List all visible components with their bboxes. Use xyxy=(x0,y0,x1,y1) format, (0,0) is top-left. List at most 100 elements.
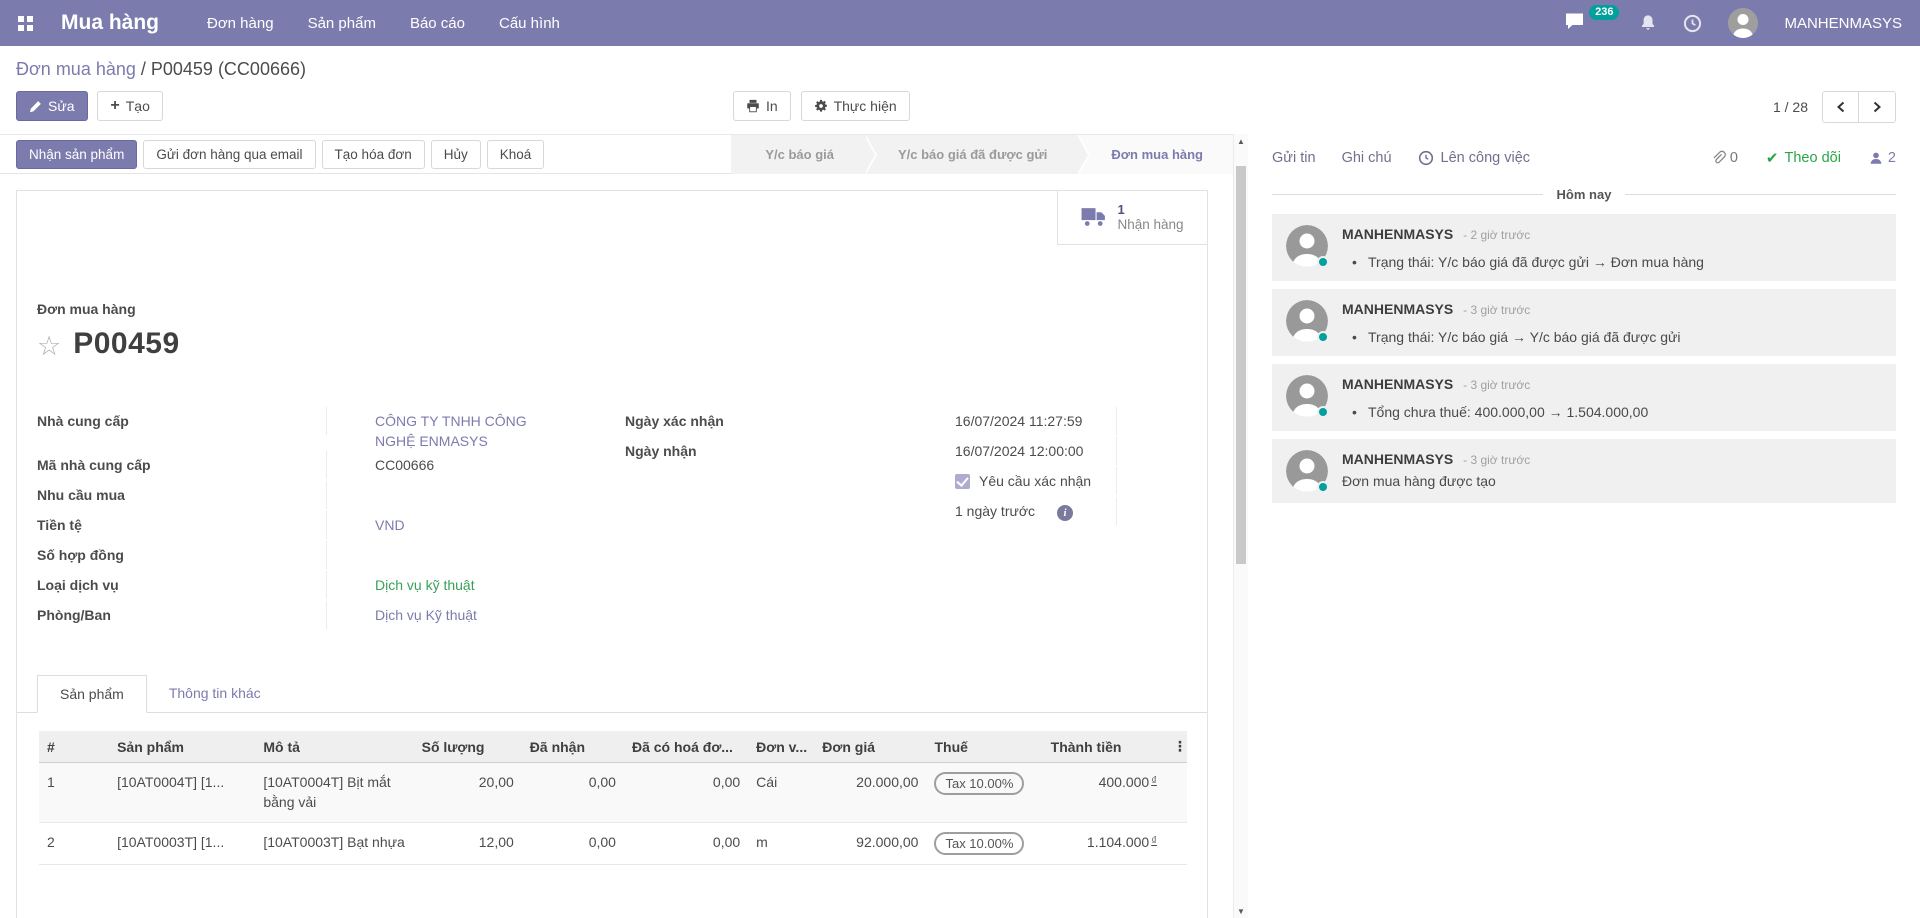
schedule-activity-button[interactable]: Lên công việc xyxy=(1418,150,1530,166)
cell-received[interactable]: 0,00 xyxy=(522,822,624,864)
col-product[interactable]: Sản phẩm xyxy=(109,731,255,763)
receive-products-button[interactable]: Nhận sản phẩm xyxy=(16,140,137,169)
col-quantity[interactable]: Số lượng xyxy=(414,731,522,763)
online-status-dot xyxy=(1317,256,1329,268)
printer-icon xyxy=(746,99,760,113)
pager-prev-button[interactable] xyxy=(1823,92,1859,122)
status-step-purchase-order[interactable]: Đơn mua hàng xyxy=(1077,135,1233,174)
cell-unit-price[interactable]: 20.000,00 xyxy=(814,763,926,823)
cell-received[interactable]: 0,00 xyxy=(522,763,624,823)
activities-clock-icon[interactable] xyxy=(1683,14,1702,33)
cell-billed[interactable]: 0,00 xyxy=(624,822,748,864)
followers-person-icon xyxy=(1869,151,1883,165)
field-label-receipt-date: Ngày nhận xyxy=(625,437,955,465)
cell-quantity[interactable]: 12,00 xyxy=(414,822,522,864)
pager-value: 1 / 28 xyxy=(1773,99,1808,115)
create-button[interactable]: + Tạo xyxy=(97,91,162,121)
col-billed[interactable]: Đã có hoá đơ... xyxy=(624,731,748,763)
col-uom[interactable]: Đơn v... xyxy=(748,731,814,763)
edit-button[interactable]: Sửa xyxy=(16,91,88,121)
stat-label: Nhận hàng xyxy=(1117,217,1183,233)
message-body: Tổng chưa thuế: 400.000,00 → 1.504.000,0… xyxy=(1342,404,1882,420)
notifications-bell-icon[interactable] xyxy=(1639,14,1657,32)
attachments-button[interactable]: 0 xyxy=(1710,150,1738,166)
message-avatar[interactable] xyxy=(1286,225,1328,267)
scroll-down-icon[interactable]: ▼ xyxy=(1234,904,1248,918)
col-index[interactable]: # xyxy=(39,731,83,763)
lock-button[interactable]: Khoá xyxy=(487,140,545,169)
tab-products[interactable]: Sản phẩm xyxy=(37,675,147,713)
message-author[interactable]: MANHENMASYS xyxy=(1342,226,1453,242)
column-options-icon[interactable]: ⋮ xyxy=(1165,731,1187,763)
cell-quantity[interactable]: 20,00 xyxy=(414,763,522,823)
app-title[interactable]: Mua hàng xyxy=(61,11,159,35)
field-value-vendor-code: CC00666 xyxy=(327,451,599,479)
menu-item-orders[interactable]: Đơn hàng xyxy=(207,15,274,32)
table-row[interactable]: 1 [10AT0004T] [1... [10AT0004T] Bịt mắt … xyxy=(39,763,1187,823)
cell-description[interactable]: [10AT0003T] Bạt nhựa xyxy=(255,822,413,864)
col-unit-price[interactable]: Đơn giá xyxy=(814,731,926,763)
receipts-stat-button[interactable]: 1 Nhận hàng xyxy=(1057,191,1207,245)
field-value-department[interactable]: Dịch vụ Kỹ thuật xyxy=(327,601,599,629)
scrollbar-thumb[interactable] xyxy=(1236,166,1246,564)
message-avatar[interactable] xyxy=(1286,300,1328,342)
send-by-email-button[interactable]: Gửi đơn hàng qua email xyxy=(143,140,315,169)
message-avatar[interactable] xyxy=(1286,375,1328,417)
col-description[interactable]: Mô tả xyxy=(255,731,413,763)
action-button[interactable]: Thực hiện xyxy=(801,91,910,121)
tax-tag[interactable]: Tax 10.00% xyxy=(934,772,1024,795)
username[interactable]: MANHENMASYS xyxy=(1784,15,1902,32)
message-author[interactable]: MANHENMASYS xyxy=(1342,451,1453,467)
cell-billed[interactable]: 0,00 xyxy=(624,763,748,823)
table-row[interactable]: 2 [10AT0003T] [1... [10AT0003T] Bạt nhựa… xyxy=(39,822,1187,864)
message-author[interactable]: MANHENMASYS xyxy=(1342,301,1453,317)
create-bill-button[interactable]: Tạo hóa đơn xyxy=(322,140,425,169)
message-body: Trạng thái: Y/c báo giá đã được gửi → Đơ… xyxy=(1342,254,1882,270)
messages-icon[interactable]: 236 xyxy=(1564,12,1613,34)
cell-uom[interactable]: m xyxy=(748,822,814,864)
col-subtotal[interactable]: Thành tiền xyxy=(1043,731,1165,763)
cancel-button[interactable]: Hủy xyxy=(431,140,481,169)
vertical-scrollbar[interactable]: ▲ ▼ xyxy=(1233,134,1248,918)
col-handle xyxy=(83,731,109,763)
user-avatar[interactable] xyxy=(1728,8,1758,38)
tab-other-info[interactable]: Thông tin khác xyxy=(147,675,283,712)
cell-uom[interactable]: Cái xyxy=(748,763,814,823)
pager-next-button[interactable] xyxy=(1859,92,1895,122)
col-received[interactable]: Đã nhận xyxy=(522,731,624,763)
field-value-vendor[interactable]: CÔNG TY TNHH CÔNG NGHỆ ENMASYS xyxy=(375,407,535,451)
message-avatar[interactable] xyxy=(1286,450,1328,492)
field-value-currency[interactable]: VND xyxy=(327,511,599,539)
col-taxes[interactable]: Thuế xyxy=(926,731,1042,763)
menu-item-reports[interactable]: Báo cáo xyxy=(410,15,465,32)
apps-menu-icon[interactable] xyxy=(18,16,33,31)
scroll-up-icon[interactable]: ▲ xyxy=(1234,134,1248,148)
message-author[interactable]: MANHENMASYS xyxy=(1342,376,1453,392)
followers-button[interactable]: 2 xyxy=(1869,150,1896,166)
log-note-button[interactable]: Ghi chú xyxy=(1342,150,1392,166)
pencil-icon xyxy=(29,100,42,113)
favorite-star-icon[interactable]: ☆ xyxy=(37,331,61,361)
speech-bubble-icon xyxy=(1564,12,1585,31)
field-label-vendor-code: Mã nhà cung cấp xyxy=(37,451,327,479)
cell-unit-price[interactable]: 92.000,00 xyxy=(814,822,926,864)
menu-item-products[interactable]: Sản phẩm xyxy=(308,15,376,32)
follow-button[interactable]: ✔ Theo dõi xyxy=(1766,149,1841,167)
status-step-rfq-sent[interactable]: Y/c báo giá đã được gửi xyxy=(864,135,1077,174)
cell-product[interactable]: [10AT0003T] [1... xyxy=(109,822,255,864)
reminder-value[interactable]: 1 ngày trước xyxy=(955,503,1035,519)
cell-index: 1 xyxy=(39,763,83,823)
send-message-button[interactable]: Gửi tin xyxy=(1272,150,1316,166)
status-step-rfq[interactable]: Y/c báo giá xyxy=(731,135,864,174)
message-time: - 3 giờ trước xyxy=(1463,378,1530,392)
confirm-reminder-checkbox[interactable] xyxy=(955,474,970,489)
online-status-dot xyxy=(1317,331,1329,343)
field-value-service-type[interactable]: Dịch vụ kỹ thuật xyxy=(327,571,599,599)
cell-description[interactable]: [10AT0004T] Bịt mắt bằng vải xyxy=(255,763,413,823)
form-pane: Nhận sản phẩm Gửi đơn hàng qua email Tạo… xyxy=(0,134,1248,918)
cell-product[interactable]: [10AT0004T] [1... xyxy=(109,763,255,823)
print-button[interactable]: In xyxy=(733,91,791,121)
breadcrumb-link[interactable]: Đơn mua hàng xyxy=(16,59,136,79)
menu-item-config[interactable]: Cấu hình xyxy=(499,15,560,32)
tax-tag[interactable]: Tax 10.00% xyxy=(934,832,1024,855)
